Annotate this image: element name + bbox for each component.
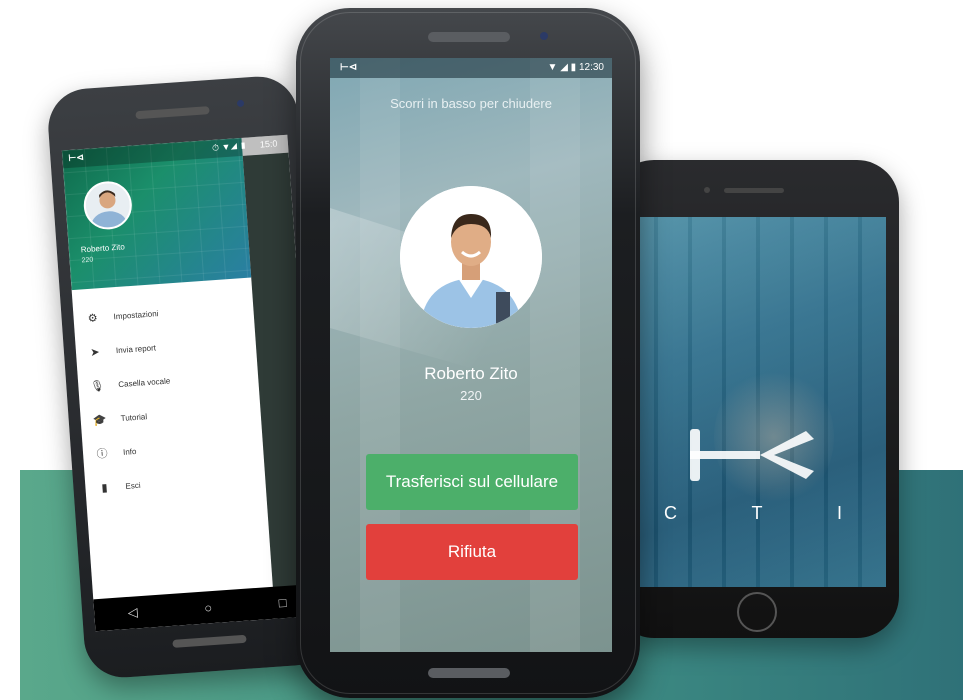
reject-call-button[interactable]: Rifiuta [366,524,578,580]
earpiece-speaker [428,32,510,42]
left-phone: ⊢⊲ ⏱ ▼◢ ▮ 15:0 Roberto Zito 220 ⚙ Impost… [45,73,337,681]
menu-item-label: Esci [125,480,141,491]
caller-photo [400,186,542,328]
status-time: 15:0 [259,138,278,150]
logo-letters: C T I [664,503,844,524]
transfer-to-mobile-button[interactable]: Trasferisci sul cellulare [366,454,578,510]
user-extension: 220 [81,256,94,265]
person-photo [400,186,542,328]
center-phone: ⊢⊲ ▼ ◢ ▮ 12:30 Scorri in basso per chiud… [296,8,640,698]
menu-item-label: Invia report [115,342,157,355]
home-button[interactable] [737,592,777,632]
bottom-speaker [428,668,510,678]
logo-letter: I [836,503,844,523]
home-icon[interactable]: ○ [204,600,213,616]
graduation-cap-icon: 🎓 [92,413,108,427]
incoming-call-screen: ⊢⊲ ▼ ◢ ▮ 12:30 Scorri in basso per chiud… [330,58,612,652]
app-logo-icon: ⊢⊲ [340,62,358,73]
menu-item-label: Info [122,446,137,457]
caller-name: Roberto Zito [424,364,518,383]
logo-letter: C [664,503,679,523]
right-phone: C T I [612,160,899,638]
back-icon[interactable]: ◁ [127,604,138,621]
menu-item-label: Impostazioni [113,308,159,321]
drawer-menu: ⚙ Impostazioni ➤ Invia report 🎙 Casella … [72,290,266,506]
app-logo-icon: ⊢⊲ [68,151,85,164]
status-bar: ⊢⊲ ▼ ◢ ▮ 12:30 [330,58,612,78]
exit-icon: ▮ [101,481,108,494]
menu-item-label: Tutorial [120,411,148,423]
menu-item-label: Casella vocale [118,375,171,389]
status-icons: ▼ ◢ ▮ [547,62,579,73]
front-camera [540,32,548,40]
person-photo [84,181,132,229]
logo-letter: T [751,503,765,523]
recent-apps-icon[interactable]: □ [278,594,287,610]
swipe-hint: Scorri in basso per chiudere [390,96,552,111]
avatar[interactable] [82,179,134,231]
app-logo-icon [690,429,814,481]
earpiece-speaker [724,188,784,193]
microphone-icon: 🎙 [90,379,105,393]
status-icons: ⏱ ▼◢ ▮ [211,140,247,153]
info-icon: ⓘ [96,448,109,461]
status-time: 12:30 [578,62,604,73]
settings-icon: ⚙ [87,311,99,325]
splash-screen: C T I [624,217,886,587]
front-camera [704,187,710,193]
left-phone-screen: ⊢⊲ ⏱ ▼◢ ▮ 15:0 Roberto Zito 220 ⚙ Impost… [61,134,321,632]
send-icon: ➤ [90,345,101,359]
caller-extension: 220 [460,388,482,403]
